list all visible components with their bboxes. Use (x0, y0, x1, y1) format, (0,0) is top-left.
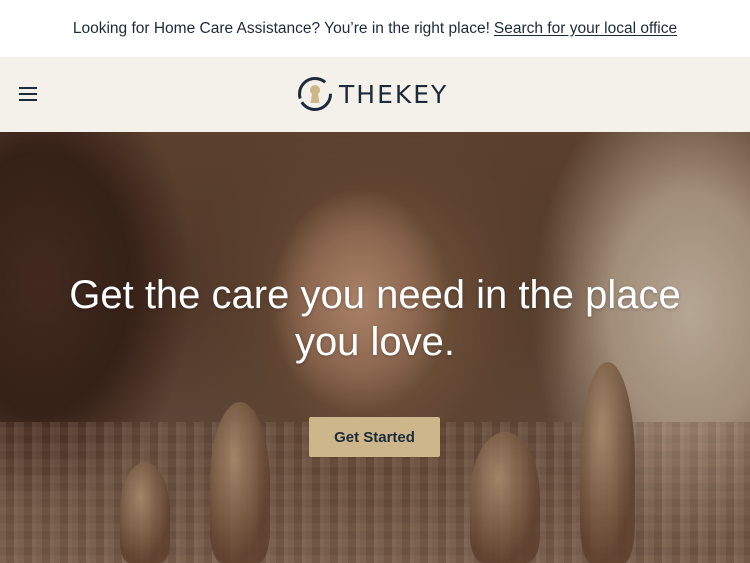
announcement-bar: Looking for Home Care Assistance? You’re… (0, 0, 750, 57)
keyhole-logo-icon (298, 77, 332, 111)
hero-section: Get the care you need in the place you l… (0, 132, 750, 563)
hero-headline: Get the care you need in the place you l… (69, 273, 681, 364)
hamburger-menu-icon[interactable] (19, 87, 37, 101)
announcement-text: Looking for Home Care Assistance? You’re… (72, 19, 490, 37)
site-header: THEKEY (0, 57, 750, 133)
logo-wordmark: THEKEY (339, 79, 449, 109)
get-started-button[interactable]: Get Started (309, 417, 440, 457)
thekey-logo[interactable]: THEKEY (297, 75, 448, 113)
local-office-link[interactable]: Search for your local office (494, 20, 677, 38)
